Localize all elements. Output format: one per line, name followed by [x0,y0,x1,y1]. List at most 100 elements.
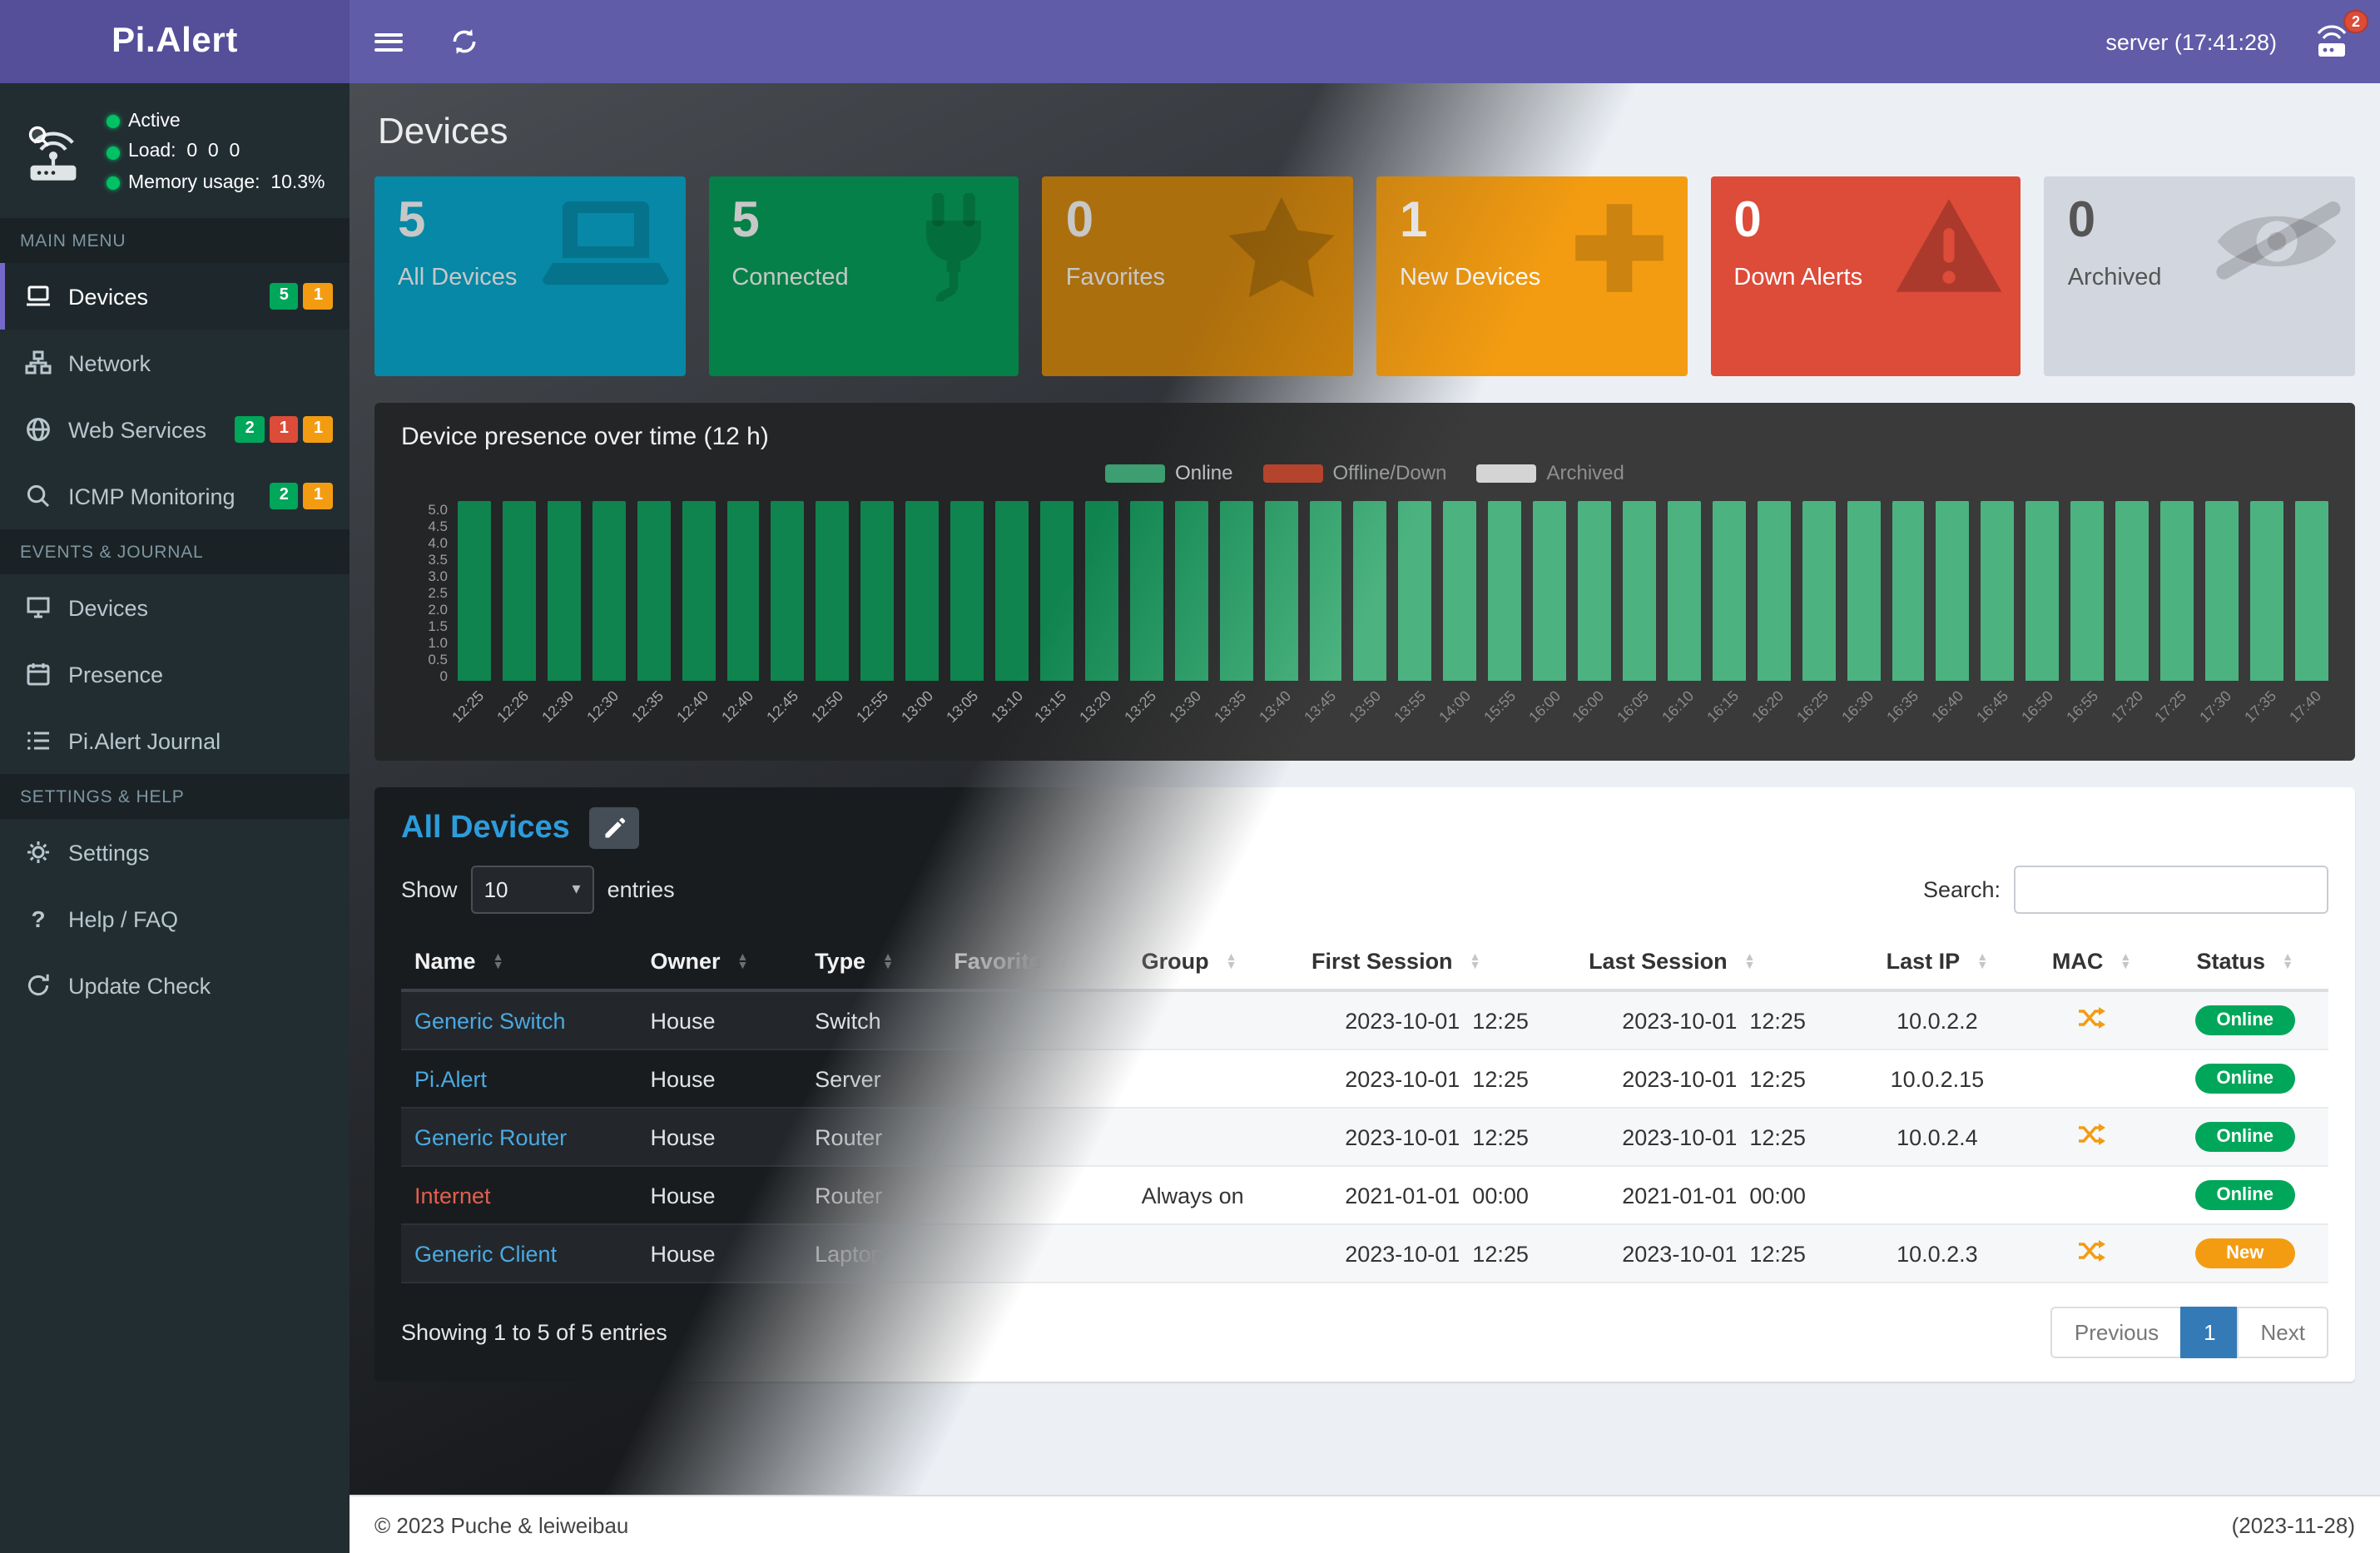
column-header-first-session[interactable]: First Session▲▼ [1298,934,1575,990]
sort-icon: ▲▼ [737,954,749,972]
refresh-button[interactable] [426,0,503,83]
previous-page-button[interactable]: Previous [2051,1307,2182,1358]
sidebar-item-update-check[interactable]: Update Check [0,952,350,1019]
group-cell [1128,1224,1298,1283]
chart-bar [1309,501,1342,681]
edit-button[interactable] [590,807,640,849]
column-header-owner[interactable]: Owner ▲▼ [637,934,802,990]
device-link[interactable]: Pi.Alert [414,1066,487,1091]
table-row[interactable]: Generic Client House Laptop 2023-10-01 1… [401,1224,2328,1283]
brand-logo[interactable]: Pi.Alert [0,0,350,83]
card-new-devices[interactable]: 1 New Devices [1376,176,1687,376]
sort-icon: ▲▼ [882,954,894,972]
card-connected[interactable]: 5 Connected [708,176,1019,376]
search-input[interactable] [2014,866,2328,914]
sidebar-item-web-services[interactable]: Web Services 2 1 1 [0,396,350,463]
chart-xlabel: 12:26 [503,681,536,754]
device-link[interactable]: Generic Switch [414,1008,566,1033]
chart-xlabel: 12:30 [548,681,581,754]
calendar-icon [25,661,52,687]
legend-archived[interactable]: Archived [1476,461,1624,484]
chart-xlabel: 16:40 [1936,681,1970,754]
card-archived[interactable]: 0 Archived [2045,176,2355,376]
table-row[interactable]: Internet House Router Always on 2021-01-… [401,1166,2328,1224]
sidebar-item-settings[interactable]: Settings [0,819,350,886]
chart-bar [2160,501,2194,681]
column-label: Owner [651,949,721,974]
last-session-cell: 2023-10-01 12:25 [1575,1049,1852,1108]
sidebar-item-icmp-monitoring[interactable]: ICMP Monitoring 2 1 [0,463,350,529]
favorite-cell [940,990,1128,1049]
chart-ytick: 1.5 [428,618,448,634]
chart-bar [1668,501,1701,681]
first-session-cell: 2023-10-01 12:25 [1298,1108,1575,1166]
table-row[interactable]: Generic Router House Router 2023-10-01 1… [401,1108,2328,1166]
plus-icon [1564,193,1673,311]
table-row[interactable]: Pi.Alert House Server 2023-10-01 12:25 2… [401,1049,2328,1108]
count-badge: 1 [304,283,333,310]
chart-bar [995,501,1029,681]
sidebar-item-journal[interactable]: Pi.Alert Journal [0,707,350,774]
column-header-favorite[interactable]: Favorite▲▼ [940,934,1128,990]
device-alerts-button[interactable]: 2 [2310,22,2353,62]
table-footer: Showing 1 to 5 of 5 entries Previous 1 N… [401,1307,2328,1358]
sidebar-section-events-journal: EVENTS & JOURNAL [0,529,350,574]
page-footer: © 2023 Puche & leiweibau (2023-11-28) [350,1495,2380,1553]
sidebar-toggle-button[interactable] [350,0,426,83]
table-row[interactable]: Generic Switch House Switch 2023-10-01 1… [401,990,2328,1049]
group-cell [1128,1108,1298,1166]
sort-icon: ▲▼ [2282,954,2293,972]
sidebar-item-network[interactable]: Network [0,330,350,396]
device-link[interactable]: Generic Client [414,1241,557,1266]
last-session-cell: 2023-10-01 12:25 [1575,990,1852,1049]
column-header-type[interactable]: Type▲▼ [801,934,940,990]
column-header-last-session[interactable]: Last Session ▲▼ [1575,934,1852,990]
sidebar-section-main-menu: MAIN MENU [0,218,350,263]
sidebar-item-presence[interactable]: Presence [0,641,350,707]
sidebar-item-devices[interactable]: Devices 5 1 [0,263,350,330]
entries-select[interactable]: 10 ▾ [471,866,594,914]
device-link[interactable]: Internet [414,1183,491,1208]
chart-bar [2250,501,2283,681]
sidebar-item-help-faq[interactable]: ? Help / FAQ [0,886,350,952]
card-all-devices[interactable]: 5 All Devices [374,176,685,376]
column-header-mac[interactable]: MAC▲▼ [2022,934,2162,990]
online-swatch-icon [1105,464,1165,482]
column-header-group[interactable]: Group▲▼ [1128,934,1298,990]
navbar-right: server (17:41:28) 2 [2105,22,2380,62]
entries-label: entries [607,877,675,902]
last-ip-cell [1852,1166,2022,1224]
card-down-alerts[interactable]: 0 Down Alerts [1710,176,2021,376]
group-cell [1128,990,1298,1049]
chart-bar [2205,501,2239,681]
column-header-status[interactable]: Status▲▼ [2162,934,2329,990]
chart-xlabel: 16:15 [1713,681,1746,754]
type-cell: Server [801,1049,940,1108]
presence-chart-panel: Device presence over time (12 h) Online … [374,403,2355,761]
page-1-button[interactable]: 1 [2180,1307,2239,1358]
card-favorites[interactable]: 0 Favorites [1043,176,1353,376]
chart-xlabel: 17:20 [2115,681,2149,754]
legend-online[interactable]: Online [1105,461,1232,484]
column-label: Last Session [1589,949,1728,974]
column-header-name[interactable]: Name▲▼ [401,934,637,990]
count-badge: 1 [304,483,333,509]
chart-ytick: 2.0 [428,601,448,618]
sidebar-item-devices-events[interactable]: Devices [0,574,350,641]
chart-xlabel: 13:15 [1040,681,1073,754]
device-link[interactable]: Generic Router [414,1124,567,1149]
sidebar-item-label: Settings [68,840,150,865]
chart-xlabel: 12:45 [771,681,805,754]
legend-offline[interactable]: Offline/Down [1263,461,1447,484]
type-cell: Router [801,1166,940,1224]
next-page-button[interactable]: Next [2238,1307,2328,1358]
chart-bar [1936,501,1970,681]
sidebar-item-label: Pi.Alert Journal [68,728,221,753]
chart-bar [726,501,760,681]
chart-xlabel: 12:55 [861,681,895,754]
chart-bars [458,501,2328,681]
globe-icon [25,416,52,443]
sort-icon: ▲▼ [1744,954,1756,972]
column-header-last-ip[interactable]: Last IP▲▼ [1852,934,2022,990]
chart-yaxis: 5.04.54.03.53.02.52.01.51.00.50 [401,501,458,681]
